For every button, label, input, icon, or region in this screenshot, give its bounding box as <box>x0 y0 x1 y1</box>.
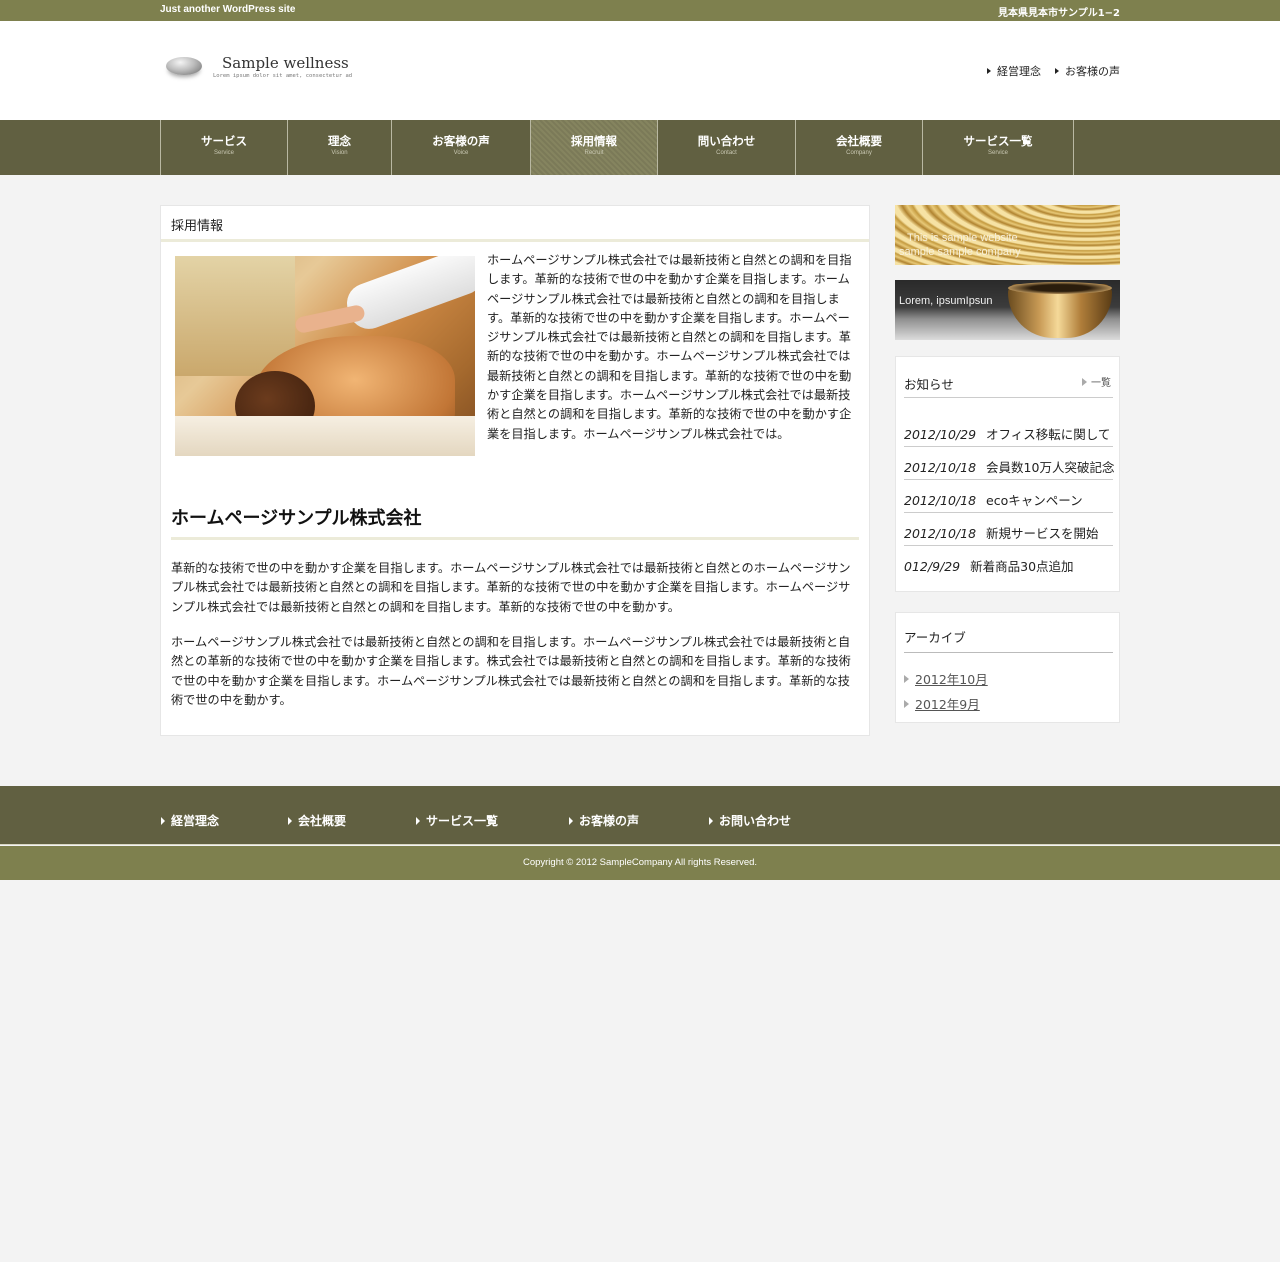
banner-line-1: This is sample website <box>907 232 1018 244</box>
nav-item-contact[interactable]: 問い合わせ Contact <box>658 120 796 175</box>
singing-bowl-banner[interactable]: Lorem, ipsumIpsun <box>895 280 1120 340</box>
header-link-philosophy[interactable]: 経営理念 <box>987 63 1041 79</box>
banner-line-2: sample sample company <box>899 246 1021 258</box>
main-nav: サービス Service 理念 Vision お客様の声 Voice 採用情報 Recr… <box>0 120 1280 175</box>
stone-logo-icon <box>166 57 202 75</box>
site-logo[interactable]: Sample wellness Lorem ipsum dolor sit am… <box>162 51 362 91</box>
arrow-right-icon <box>904 699 909 708</box>
arrow-right-icon <box>288 816 292 825</box>
nav-item-voice[interactable]: お客様の声 Voice <box>392 120 531 175</box>
site-subtitle: Lorem ipsum dolor sit amet, consectetur … <box>213 73 353 79</box>
sample-website-banner[interactable]: This is sample website sample sample com… <box>895 205 1120 265</box>
banner-text: Lorem, ipsumIpsun <box>899 295 993 307</box>
archive-link[interactable]: 2012年10月 <box>904 666 988 691</box>
header-link-voice[interactable]: お客様の声 <box>1055 63 1120 79</box>
nav-item-recruit[interactable]: 採用情報 Recruit <box>531 120 658 175</box>
news-all-link[interactable]: 一覧 <box>1082 374 1111 389</box>
top-bar: Just another WordPress site 見本県見本市サンプル1−… <box>0 0 1280 21</box>
main-content: 採用情報 ホームページサンプル株式会社では最新技術と自然との調和を目指します。革… <box>160 205 870 736</box>
news-item[interactable]: 012/9/29 新着商品30点追加 <box>904 546 1113 579</box>
site-tagline: Just another WordPress site <box>160 4 296 15</box>
footer-link-company[interactable]: 会社概要 <box>288 812 346 829</box>
footer-link-voice[interactable]: お客様の声 <box>569 812 639 829</box>
arrow-right-icon <box>987 68 991 74</box>
nav-item-service[interactable]: サービス Service <box>161 120 288 175</box>
body-paragraph-2: ホームページサンプル株式会社では最新技術と自然との調和を目指します。ホームページ… <box>171 635 851 707</box>
nav-item-service-list[interactable]: サービス一覧 Service <box>923 120 1074 175</box>
news-widget: お知らせ 一覧 2012/10/29 オフィス移転に関して 2012/10/18 会… <box>895 356 1120 592</box>
arrow-right-icon <box>161 816 165 825</box>
body-paragraph-1: 革新的な技術で世の中を動かす企業を目指します。ホームページサンプル株式会社では最… <box>171 561 851 614</box>
section-heading: ホームページサンプル株式会社 <box>171 504 859 540</box>
header: Sample wellness Lorem ipsum dolor sit am… <box>0 21 1280 120</box>
news-item[interactable]: 2012/10/29 オフィス移転に関して <box>904 414 1113 447</box>
header-links: 経営理念 お客様の声 <box>987 63 1120 79</box>
copyright: Copyright © 2012 SampleCompany All right… <box>0 846 1280 880</box>
news-item[interactable]: 2012/10/18 ecoキャンペーン <box>904 480 1113 513</box>
archive-widget: アーカイブ 2012年10月 2012年9月 <box>895 612 1120 723</box>
arrow-right-icon <box>1082 377 1087 386</box>
massage-photo <box>175 256 475 456</box>
arrow-right-icon <box>1055 68 1059 74</box>
site-address: 見本県見本市サンプル1−2 <box>998 8 1120 19</box>
page-title: 採用情報 <box>161 206 869 242</box>
news-item[interactable]: 2012/10/18 新規サービスを開始 <box>904 513 1113 546</box>
arrow-right-icon <box>709 816 713 825</box>
footer-nav: 経営理念 会社概要 サービス一覧 お客様の声 お問い合わせ <box>0 786 1280 845</box>
archive-link[interactable]: 2012年9月 <box>904 691 988 716</box>
footer-link-philosophy[interactable]: 経営理念 <box>161 812 219 829</box>
arrow-right-icon <box>904 674 909 683</box>
nav-item-company[interactable]: 会社概要 Company <box>796 120 923 175</box>
site-name: Sample wellness <box>222 54 349 72</box>
arrow-right-icon <box>569 816 573 825</box>
arrow-right-icon <box>416 816 420 825</box>
intro-text: ホームページサンプル株式会社では最新技術と自然との調和を目指します。革新的な技術… <box>487 253 852 441</box>
footer-link-service-list[interactable]: サービス一覧 <box>416 812 498 829</box>
news-item[interactable]: 2012/10/18 会員数10万人突破記念 <box>904 447 1114 480</box>
archive-title: アーカイブ <box>904 627 1113 653</box>
nav-item-vision[interactable]: 理念 Vision <box>288 120 392 175</box>
footer-link-contact[interactable]: お問い合わせ <box>709 812 791 829</box>
